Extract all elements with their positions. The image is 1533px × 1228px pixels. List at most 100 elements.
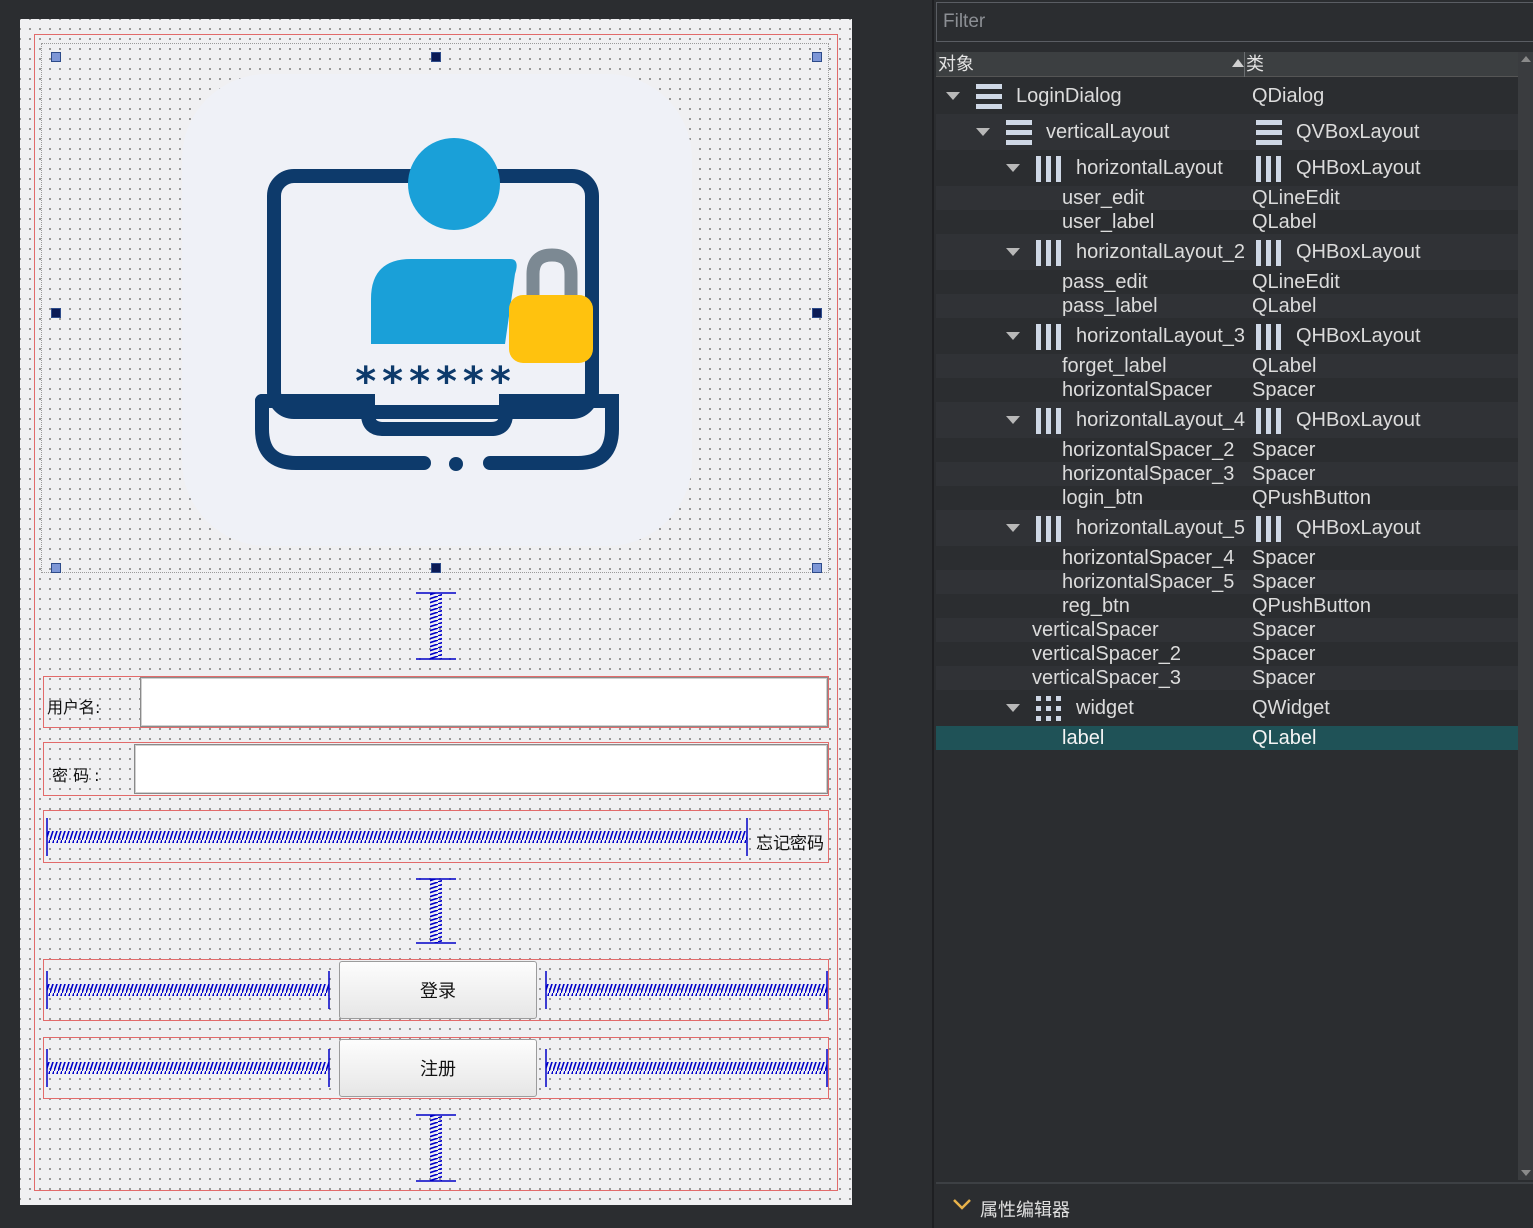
tree-row-horizontallayout-3[interactable]: horizontalLayout_3 QHBoxLayout [936,318,1518,354]
horizontal-spacer-4[interactable] [46,1047,330,1089]
tree-class-name: Spacer [1252,643,1316,665]
hbox-layout-icon [1036,324,1062,350]
expand-arrow-icon[interactable] [946,92,960,100]
tree-class-name: QWidget [1252,697,1330,719]
tree-class-name: QPushButton [1252,487,1371,509]
tree-object-name: label [1062,727,1105,749]
tree-object-name: LoginDialog [1016,85,1122,107]
qt-designer-window: ****** 用户名: 密 码 : 忘记密码 登录 注册 Filter 对象 类… [0,0,1533,1228]
header-class[interactable]: 类 [1246,52,1264,77]
hbox-layout-icon [1256,240,1282,266]
tree-row-forget-label[interactable]: forget_label QLabel [936,354,1518,378]
horizontal-spacer[interactable] [46,816,748,858]
register-button[interactable]: 注册 [339,1039,537,1097]
tree-class-name: QLabel [1252,355,1317,377]
resize-handle[interactable] [431,563,441,573]
tree-object-name: pass_edit [1062,271,1148,293]
tree-object-name: forget_label [1062,355,1167,377]
tree-row-horizontallayout-5[interactable]: horizontalLayout_5 QHBoxLayout [936,510,1518,546]
resize-handle[interactable] [51,52,61,62]
tree-row-logindialog[interactable]: LoginDialog QDialog [936,78,1518,114]
hbox-layout-icon [1256,516,1282,542]
tree-class-name: QLabel [1252,295,1317,317]
horizontal-spacer-2[interactable] [46,969,330,1011]
resize-handle[interactable] [812,308,822,318]
tree-row-horizontalspacer-4[interactable]: horizontalSpacer_4 Spacer [936,546,1518,570]
tree-class-name: Spacer [1252,571,1316,593]
filter-input[interactable]: Filter [936,2,1533,42]
pass-label: 密 码 : [52,766,100,785]
tree-row-verticalspacer-3[interactable]: verticalSpacer_3 Spacer [936,666,1518,690]
expand-arrow-icon[interactable] [1006,524,1020,532]
vertical-spacer-3[interactable] [414,1114,458,1182]
tree-row-horizontalspacer-5[interactable]: horizontalSpacer_5 Spacer [936,570,1518,594]
vertical-spacer[interactable] [414,592,458,660]
tree-row-horizontallayout-4[interactable]: horizontalLayout_4 QHBoxLayout [936,402,1518,438]
tree-row-horizontalspacer[interactable]: horizontalSpacer Spacer [936,378,1518,402]
tree-class-name: QHBoxLayout [1296,241,1421,263]
tree-row-pass-edit[interactable]: pass_edit QLineEdit [936,270,1518,294]
user-head-icon [408,138,500,230]
tree-object-name: horizontalSpacer_5 [1062,571,1235,593]
expand-arrow-icon[interactable] [1006,248,1020,256]
property-editor-bar[interactable]: 属性编辑器 [936,1182,1533,1228]
tree-object-name: horizontalLayout_5 [1076,517,1246,539]
expand-arrow-icon[interactable] [1006,332,1020,340]
resize-handle[interactable] [812,563,822,573]
tree-row-horizontalspacer-2[interactable]: horizontalSpacer_2 Spacer [936,438,1518,462]
tree-row-verticalspacer[interactable]: verticalSpacer Spacer [936,618,1518,642]
tree-row-user-edit[interactable]: user_edit QLineEdit [936,186,1518,210]
expand-arrow-icon[interactable] [1006,416,1020,424]
login-button[interactable]: 登录 [339,961,537,1019]
laptop-dot [449,457,463,471]
tree-class-name: QHBoxLayout [1296,517,1421,539]
tree-object-name: pass_label [1062,295,1158,317]
expand-arrow-icon[interactable] [1006,704,1020,712]
tree-class-name: QDialog [1252,85,1325,107]
tree-row-user-label[interactable]: user_label QLabel [936,210,1518,234]
resize-handle[interactable] [51,563,61,573]
horizontal-spacer-5[interactable] [545,1047,828,1089]
tree-object-name: verticalLayout [1046,121,1170,143]
tree-class-name: QLineEdit [1252,187,1340,209]
resize-handle[interactable] [431,52,441,62]
horizontal-spacer-3[interactable] [545,969,828,1011]
header-object[interactable]: 对象 [938,52,974,77]
tree-class-name: Spacer [1252,439,1316,461]
tree-object-name: verticalSpacer [1032,619,1159,641]
resize-handle[interactable] [812,52,822,62]
tree-row-verticallayout[interactable]: verticalLayout QVBoxLayout [936,114,1518,150]
lock-shackle-icon [526,248,578,299]
tree-row-horizontallayout[interactable]: horizontalLayout QHBoxLayout [936,150,1518,186]
vbox-layout-icon [1256,120,1282,146]
vertical-spacer-2[interactable] [414,878,458,944]
sort-ascending-icon [1232,59,1244,67]
tree-class-name: QHBoxLayout [1296,157,1421,179]
scroll-up-icon[interactable] [1521,56,1531,62]
hbox-layout-icon [1256,324,1282,350]
scroll-down-icon[interactable] [1521,1170,1531,1176]
tree-row-pass-label[interactable]: pass_label QLabel [936,294,1518,318]
tree-object-name: user_edit [1062,187,1145,209]
form-canvas[interactable]: ****** 用户名: 密 码 : 忘记密码 登录 注册 [20,19,852,1205]
resize-handle[interactable] [51,308,61,318]
tree-row-horizontalspacer-3[interactable]: horizontalSpacer_3 Spacer [936,462,1518,486]
expand-arrow-icon[interactable] [1006,164,1020,172]
object-inspector-panel: Filter 对象 类 LoginDialog QDialog vertical… [932,0,1533,1228]
tree-object-name: horizontalLayout_3 [1076,325,1246,347]
hbox-layout-icon [1036,408,1062,434]
tree-object-name: reg_btn [1062,595,1130,617]
tree-scrollbar[interactable] [1518,52,1533,1180]
tree-row-verticalspacer-2[interactable]: verticalSpacer_2 Spacer [936,642,1518,666]
pass-edit-input[interactable] [134,744,828,794]
tree-row-label-selected[interactable]: label QLabel [936,726,1518,750]
forget-label[interactable]: 忘记密码 [756,829,824,854]
chevron-down-icon[interactable] [952,1197,972,1211]
user-edit-input[interactable] [140,677,828,727]
tree-row-widget[interactable]: widget QWidget [936,690,1518,726]
tree-row-reg-btn[interactable]: reg_btn QPushButton [936,594,1518,618]
tree-row-login-btn[interactable]: login_btn QPushButton [936,486,1518,510]
tree-row-horizontallayout-2[interactable]: horizontalLayout_2 QHBoxLayout [936,234,1518,270]
tree-object-name: horizontalSpacer [1062,379,1213,401]
expand-arrow-icon[interactable] [976,128,990,136]
